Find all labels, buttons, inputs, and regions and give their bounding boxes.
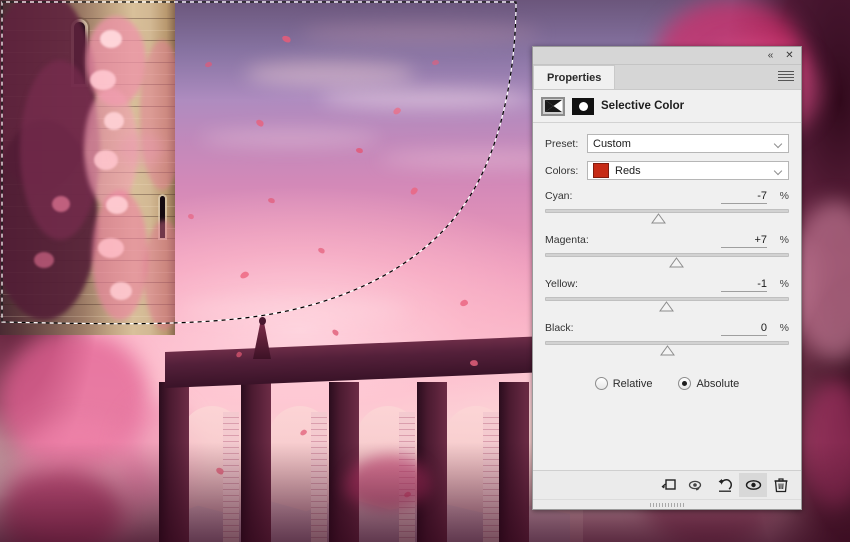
blossom-cluster	[94, 150, 118, 170]
eye-icon	[745, 480, 761, 490]
color-swatch	[593, 163, 609, 178]
preset-label: Preset:	[545, 137, 579, 150]
slider-track[interactable]	[545, 209, 789, 213]
slider-black[interactable]: Black: 0%	[545, 322, 789, 357]
blossom-cluster	[98, 238, 124, 258]
slider-thumb[interactable]	[668, 257, 684, 268]
slider-value[interactable]: -7	[721, 190, 767, 204]
panel-footer	[533, 470, 801, 499]
slider-label: Yellow:	[545, 278, 578, 290]
stone-tower	[0, 0, 175, 335]
slider-track[interactable]	[545, 253, 789, 257]
chevron-down-icon	[775, 168, 782, 172]
colors-label: Colors:	[545, 164, 579, 177]
foreground-petal-blur	[118, 132, 164, 166]
blossom-cluster	[110, 282, 132, 300]
slider-label: Magenta:	[545, 234, 589, 246]
layer-mask-thumbnail[interactable]	[572, 97, 594, 115]
colors-value: Reds	[615, 164, 641, 177]
tab-properties[interactable]: Properties	[533, 65, 616, 89]
slider-value[interactable]: 0	[721, 322, 767, 336]
slider-yellow[interactable]: Yellow: -1%	[545, 278, 789, 313]
panel-body: Preset: Custom Colors: Reds Cyan: -7% Mage…	[533, 123, 801, 470]
slider-unit: %	[779, 278, 789, 290]
method-radio-group: Relative Absolute	[545, 377, 789, 390]
slider-cyan[interactable]: Cyan: -7%	[545, 190, 789, 225]
slider-unit: %	[779, 322, 789, 334]
slider-label: Cyan:	[545, 190, 573, 202]
figure-head	[259, 317, 266, 325]
selective-color-adjustment-icon[interactable]	[541, 96, 565, 116]
slider-magenta[interactable]: Magenta: +7%	[545, 234, 789, 269]
slider-group: Cyan: -7% Magenta: +7% Yellow: -1% Black: 0%	[545, 190, 789, 357]
panel-menu-icon[interactable]	[776, 69, 796, 83]
colors-dropdown[interactable]: Reds	[587, 161, 789, 180]
reset-icon	[718, 478, 732, 492]
trash-icon	[774, 477, 788, 492]
chevron-down-icon	[775, 141, 782, 145]
preset-value: Custom	[593, 137, 631, 150]
slider-thumb[interactable]	[651, 213, 667, 224]
radio-absolute-button[interactable]	[678, 377, 692, 390]
radio-relative-button[interactable]	[594, 377, 608, 390]
cloud	[200, 130, 380, 146]
bowtie-glyph	[544, 100, 562, 112]
blossom-cluster	[104, 112, 124, 130]
grip-dots	[650, 502, 684, 507]
toggle-visibility-button[interactable]	[739, 473, 767, 497]
panel-tabbar: Properties	[533, 65, 801, 90]
slider-thumb[interactable]	[658, 301, 674, 312]
preset-dropdown[interactable]: Custom	[587, 134, 789, 153]
view-previous-state-icon	[688, 480, 702, 491]
clip-to-layer-button[interactable]	[655, 473, 683, 497]
slider-label: Black:	[545, 322, 574, 334]
blossom-cluster	[106, 196, 128, 214]
figure-cloak	[253, 323, 271, 359]
radio-absolute[interactable]: Absolute	[678, 377, 739, 390]
panel-resize-grip[interactable]	[533, 499, 801, 509]
blossom-cluster	[90, 70, 116, 90]
slider-value[interactable]: +7	[721, 234, 767, 248]
view-previous-state-button[interactable]	[683, 473, 711, 497]
radio-relative-label: Relative	[612, 377, 653, 390]
radio-absolute-label: Absolute	[696, 377, 740, 390]
slider-unit: %	[779, 190, 789, 202]
adjustment-header: Selective Color	[533, 90, 801, 123]
clip-to-layer-icon	[661, 479, 676, 490]
blossom-cluster	[100, 30, 122, 48]
tab-properties-label: Properties	[547, 71, 602, 84]
panel-titlebar: « ✕	[533, 47, 801, 65]
collapse-panel-button[interactable]: «	[762, 48, 779, 63]
properties-panel: « ✕ Properties Selective Color Preset: C…	[532, 46, 802, 510]
cloud	[180, 300, 410, 320]
preset-row: Preset: Custom	[545, 133, 789, 154]
delete-layer-button[interactable]	[767, 473, 795, 497]
adjustment-title: Selective Color	[601, 100, 685, 112]
slider-thumb[interactable]	[660, 345, 675, 356]
mask-dot	[578, 101, 588, 111]
reset-button[interactable]	[711, 473, 739, 497]
close-panel-button[interactable]: ✕	[781, 48, 798, 63]
radio-relative[interactable]: Relative	[594, 377, 653, 390]
slider-value[interactable]: -1	[721, 278, 767, 292]
photoshop-window: « ✕ Properties Selective Color Preset: C…	[0, 0, 850, 542]
blossom-cluster	[52, 196, 70, 212]
blossom-cluster	[34, 252, 54, 268]
colors-row: Colors: Reds	[545, 160, 789, 181]
standing-figure	[253, 317, 271, 359]
slider-unit: %	[779, 234, 789, 246]
